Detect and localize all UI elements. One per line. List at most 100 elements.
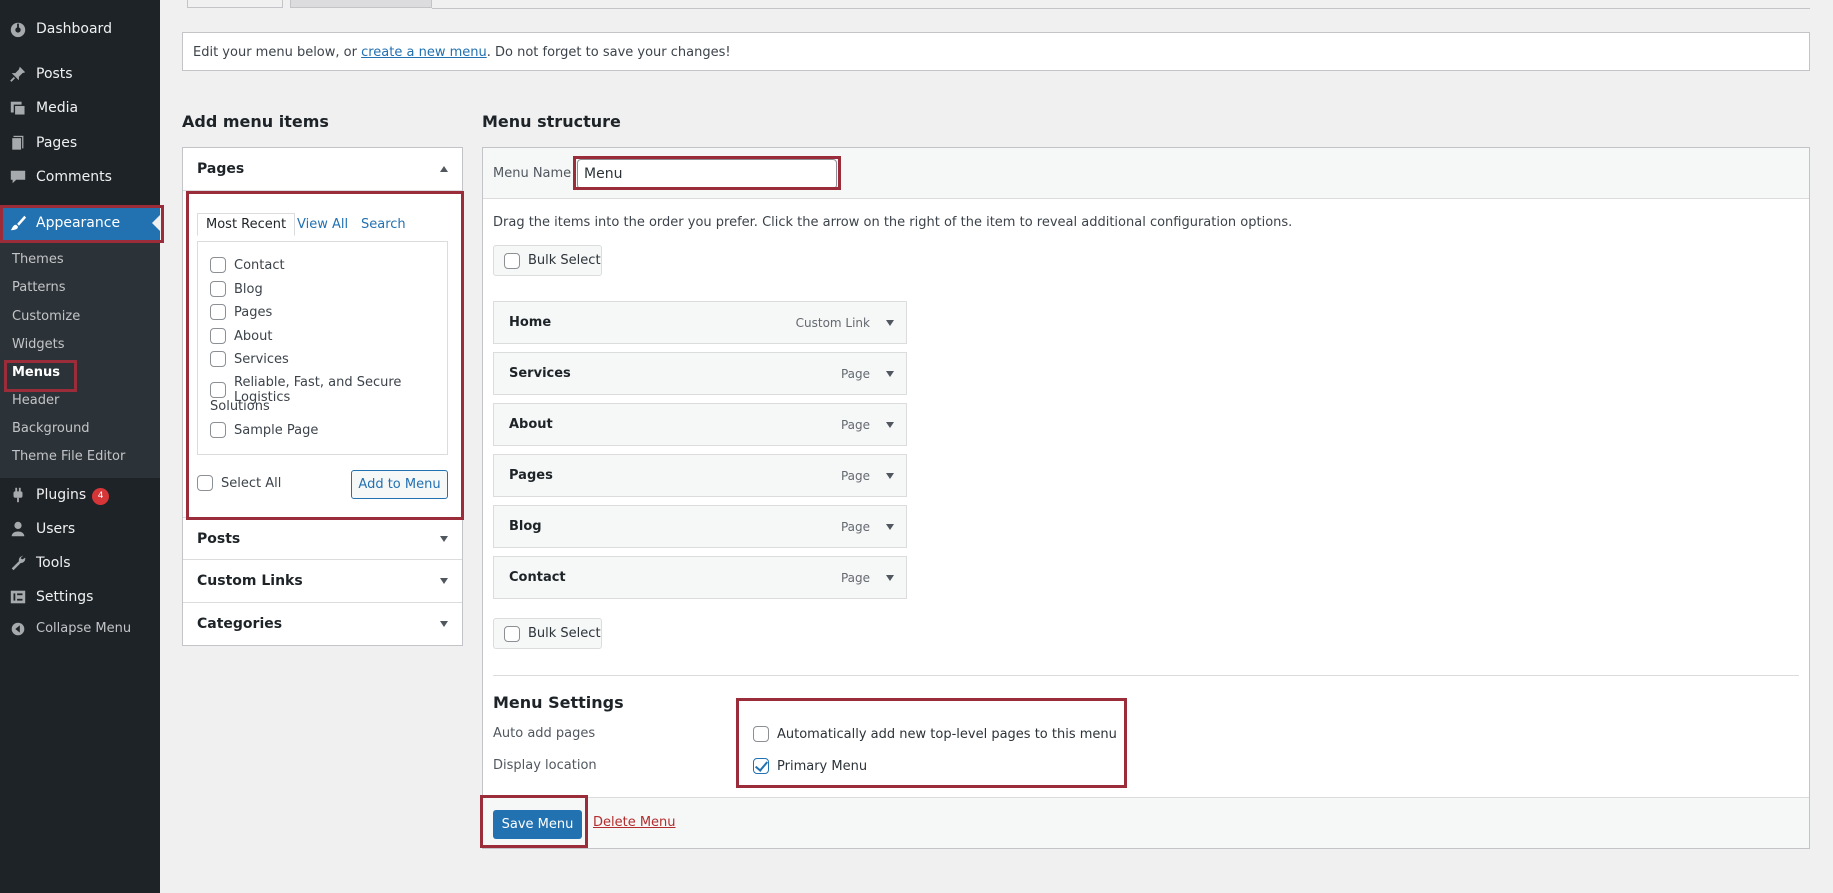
menu-item[interactable]: Home Custom Link bbox=[493, 301, 907, 344]
submenu-item-patterns[interactable]: Patterns bbox=[12, 280, 66, 295]
sidebar-item-comments[interactable]: Comments bbox=[0, 160, 160, 194]
collapse-icon bbox=[11, 622, 25, 636]
expand-arrow-icon[interactable] bbox=[886, 473, 894, 479]
checkbox[interactable] bbox=[210, 422, 226, 438]
menu-settings-heading: Menu Settings bbox=[493, 693, 624, 712]
menu-item[interactable]: About Page bbox=[493, 403, 907, 446]
paintbrush-icon bbox=[10, 215, 27, 231]
menu-footer-bar: Save Menu Delete Menu bbox=[483, 797, 1809, 848]
submenu-item-widgets[interactable]: Widgets bbox=[12, 337, 65, 352]
checkbox[interactable] bbox=[197, 475, 213, 491]
menu-item[interactable]: Pages Page bbox=[493, 454, 907, 497]
sidebar-item-plugins[interactable]: Plugins 4 bbox=[0, 478, 160, 512]
admin-sidebar: Dashboard Posts Media Pages Comments App… bbox=[0, 0, 164, 893]
tab-most-recent[interactable]: Most Recent bbox=[197, 213, 296, 236]
sidebar-item-pages[interactable]: Pages bbox=[0, 126, 160, 160]
sidebar-item-tools[interactable]: Tools bbox=[0, 546, 160, 580]
section-pages-header[interactable]: Pages bbox=[183, 148, 462, 191]
tab-view-all[interactable]: View All bbox=[297, 217, 348, 232]
submenu-item-header[interactable]: Header bbox=[12, 393, 59, 408]
select-all-checkbox[interactable]: Select All bbox=[197, 475, 281, 491]
page-option-blog[interactable]: Blog bbox=[210, 281, 263, 297]
save-menu-button[interactable]: Save Menu bbox=[493, 810, 582, 839]
page-option-about[interactable]: About bbox=[210, 328, 272, 344]
checkbox[interactable] bbox=[504, 252, 520, 269]
primary-menu-location-option[interactable]: Primary Menu bbox=[753, 758, 867, 774]
sidebar-item-appearance[interactable]: Appearance bbox=[0, 206, 160, 240]
tab-edit-menus[interactable] bbox=[187, 0, 283, 8]
collapse-menu-button[interactable]: Collapse Menu bbox=[0, 612, 160, 646]
checkbox[interactable] bbox=[210, 351, 226, 367]
menu-name-input[interactable] bbox=[577, 159, 837, 189]
user-icon bbox=[11, 521, 25, 537]
chevron-up-icon bbox=[440, 166, 448, 172]
delete-menu-link[interactable]: Delete Menu bbox=[593, 815, 676, 830]
section-categories-header[interactable]: Categories bbox=[183, 603, 462, 646]
checkbox[interactable] bbox=[753, 726, 769, 742]
checkbox[interactable] bbox=[210, 257, 226, 273]
display-location-label: Display location bbox=[493, 758, 597, 773]
menu-name-label: Menu Name bbox=[493, 166, 572, 181]
menu-structure-heading: Menu structure bbox=[482, 112, 621, 131]
tab-search[interactable]: Search bbox=[361, 217, 406, 232]
edit-menu-notice: Edit your menu below, or create a new me… bbox=[182, 32, 1810, 71]
expand-arrow-icon[interactable] bbox=[886, 371, 894, 377]
submenu-item-background[interactable]: Background bbox=[12, 421, 90, 436]
section-custom-links-header[interactable]: Custom Links bbox=[183, 560, 462, 603]
section-posts-header[interactable]: Posts bbox=[183, 517, 462, 560]
bulk-select-bottom[interactable]: Bulk Select bbox=[493, 618, 602, 649]
current-indicator bbox=[152, 215, 160, 231]
comment-icon bbox=[10, 170, 26, 184]
chevron-down-icon bbox=[440, 578, 448, 584]
menu-item[interactable]: Contact Page bbox=[493, 556, 907, 599]
checkbox-checked[interactable] bbox=[753, 758, 769, 774]
add-menu-items-heading: Add menu items bbox=[182, 112, 329, 131]
create-new-menu-link[interactable]: create a new menu bbox=[361, 45, 487, 60]
submenu-item-theme-file-editor[interactable]: Theme File Editor bbox=[12, 449, 125, 464]
settings-icon bbox=[10, 590, 26, 604]
checkbox[interactable] bbox=[210, 304, 226, 320]
page-option-services[interactable]: Services bbox=[210, 351, 289, 367]
checkbox[interactable] bbox=[210, 382, 226, 398]
submenu-item-customize[interactable]: Customize bbox=[12, 309, 80, 324]
checkbox[interactable] bbox=[210, 328, 226, 344]
add-to-menu-button[interactable]: Add to Menu bbox=[351, 470, 448, 499]
sidebar-item-dashboard[interactable]: Dashboard bbox=[0, 12, 160, 46]
chevron-down-icon bbox=[440, 536, 448, 542]
chevron-down-icon bbox=[440, 621, 448, 627]
expand-arrow-icon[interactable] bbox=[886, 575, 894, 581]
page-option-pages[interactable]: Pages bbox=[210, 304, 272, 320]
expand-arrow-icon[interactable] bbox=[886, 320, 894, 326]
menu-name-bar: Menu Name bbox=[483, 148, 1809, 199]
expand-arrow-icon[interactable] bbox=[886, 524, 894, 530]
plugin-update-count-badge: 4 bbox=[92, 488, 110, 505]
menu-structure-panel: Menu Name Drag the items into the order … bbox=[482, 147, 1810, 849]
checkbox[interactable] bbox=[504, 625, 520, 642]
tab-baseline bbox=[432, 8, 1810, 9]
sidebar-item-posts[interactable]: Posts bbox=[0, 57, 160, 91]
dashboard-icon bbox=[10, 22, 26, 38]
media-icon bbox=[10, 101, 26, 116]
submenu-item-themes[interactable]: Themes bbox=[12, 252, 64, 267]
checkbox[interactable] bbox=[210, 281, 226, 297]
wrench-icon bbox=[11, 555, 26, 571]
expand-arrow-icon[interactable] bbox=[886, 422, 894, 428]
menu-item[interactable]: Blog Page bbox=[493, 505, 907, 548]
add-menu-items-accordion: Pages Most Recent View All Search Contac… bbox=[182, 147, 463, 646]
sidebar-item-settings[interactable]: Settings bbox=[0, 580, 160, 614]
page-option-sample-page[interactable]: Sample Page bbox=[210, 422, 318, 438]
submenu-item-menus[interactable]: Menus bbox=[12, 365, 60, 380]
appearance-submenu: Themes Patterns Customize Widgets Menus … bbox=[0, 243, 160, 478]
menu-item[interactable]: Services Page bbox=[493, 352, 907, 395]
page-option-reliable-logistics-continued: Solutions bbox=[210, 399, 270, 414]
page-option-contact[interactable]: Contact bbox=[210, 257, 285, 273]
tab-manage-locations[interactable] bbox=[290, 0, 432, 8]
pages-icon bbox=[11, 135, 24, 151]
divider bbox=[493, 675, 1799, 676]
bulk-select-top[interactable]: Bulk Select bbox=[493, 245, 602, 276]
sidebar-item-users[interactable]: Users bbox=[0, 512, 160, 546]
pages-checklist: Contact Blog Pages About Services Reliab… bbox=[197, 241, 448, 455]
auto-add-pages-option[interactable]: Automatically add new top-level pages to… bbox=[753, 726, 1117, 742]
pushpin-icon bbox=[10, 66, 26, 82]
sidebar-item-media[interactable]: Media bbox=[0, 91, 160, 125]
